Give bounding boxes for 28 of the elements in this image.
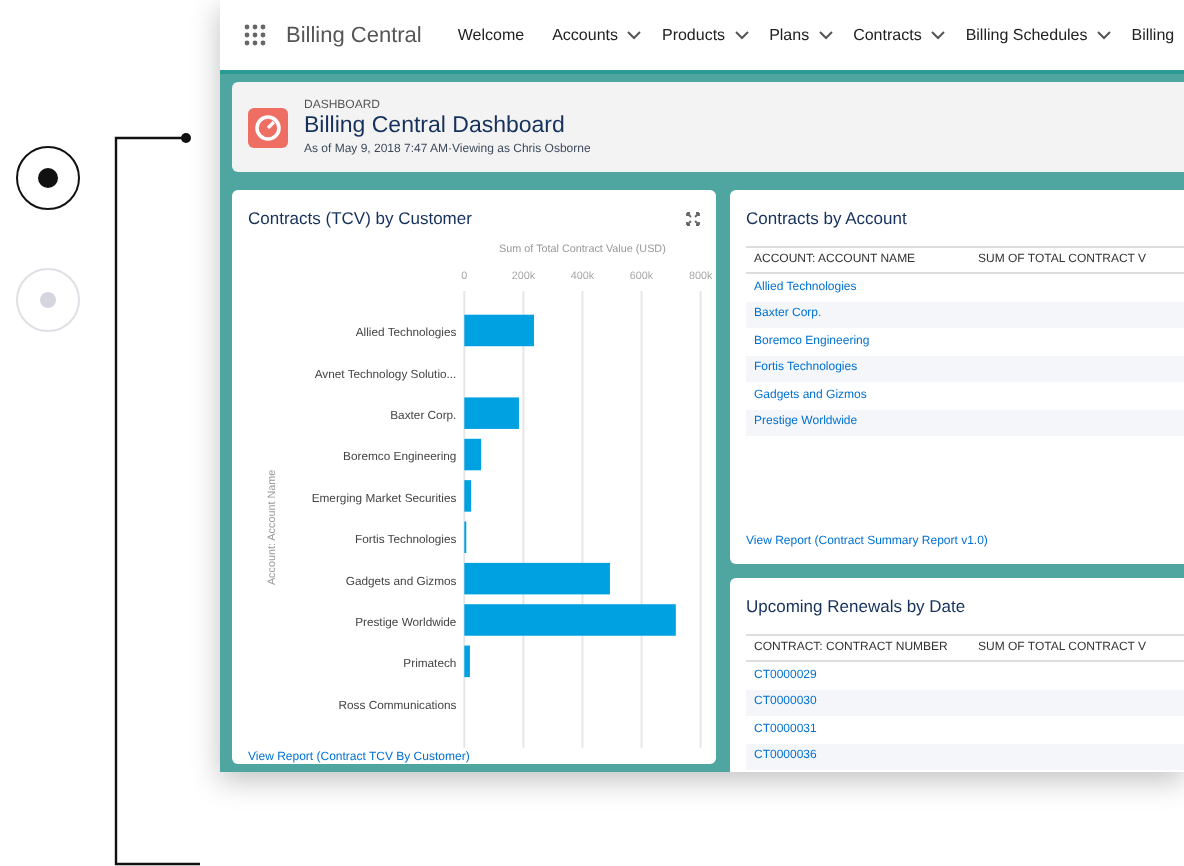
bar[interactable] (464, 314, 534, 347)
nav-tab[interactable]: Billing (1131, 26, 1175, 44)
bar[interactable] (464, 604, 676, 636)
bar[interactable] (464, 438, 482, 471)
card-title: Contracts (TCV) by Customer (248, 208, 472, 228)
pager-radio[interactable] (16, 146, 80, 210)
bar[interactable] (464, 645, 470, 678)
nav-tab[interactable]: Welcome (457, 26, 525, 44)
nav-tab[interactable]: Plans (769, 26, 834, 44)
app-launcher-icon[interactable] (244, 24, 266, 46)
bar[interactable] (464, 397, 519, 429)
card-title: Upcoming Renewals by Date (746, 596, 968, 616)
chevron-down-icon (733, 30, 750, 40)
nav-tab[interactable]: Billing Schedules (965, 26, 1112, 44)
dashboard-gauge-icon (248, 107, 288, 147)
chevron-down-icon (1095, 30, 1112, 40)
bar[interactable] (464, 480, 472, 512)
chevron-down-icon (817, 30, 834, 40)
app-name: Billing Central (286, 23, 422, 47)
nav-tab[interactable]: Accounts (552, 26, 642, 44)
nav-tab[interactable]: Contracts (853, 26, 946, 44)
expand-icon[interactable] (686, 211, 700, 225)
chevron-down-icon (929, 30, 946, 40)
chevron-down-icon (625, 30, 642, 40)
bar[interactable] (464, 562, 610, 595)
dashboard-title: Billing Central Dashboard (304, 113, 567, 137)
nav-tab[interactable]: Products (661, 26, 750, 44)
card-title: Contracts by Account (746, 208, 909, 228)
